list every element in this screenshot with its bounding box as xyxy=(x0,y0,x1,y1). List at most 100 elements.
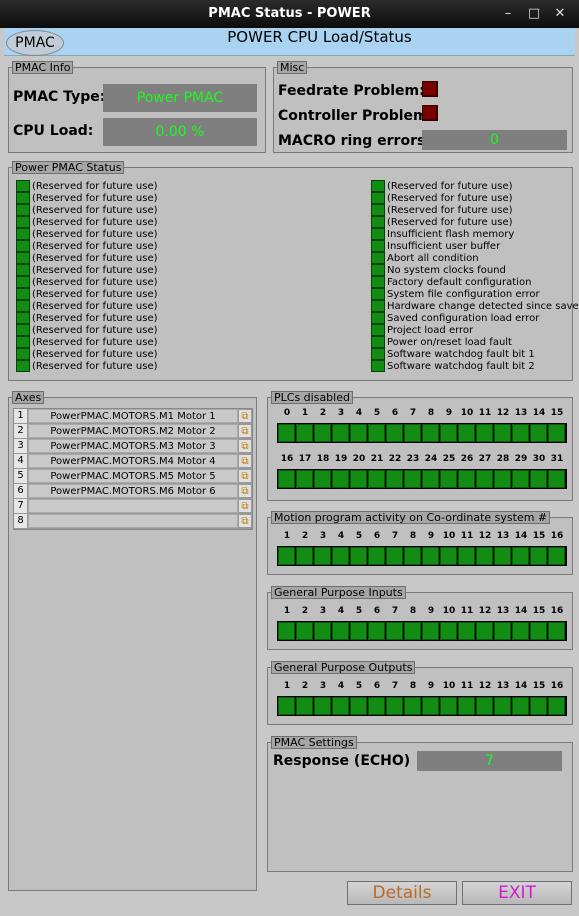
maximize-icon[interactable]: □ xyxy=(521,0,547,28)
status-label: Insufficient flash memory xyxy=(387,228,515,240)
open-axis-icon[interactable]: ⧉ xyxy=(238,454,252,468)
channel-number: 2 xyxy=(301,681,309,691)
channel-led xyxy=(530,470,547,488)
channel-number: 18 xyxy=(316,454,330,464)
channel-number: 28 xyxy=(496,454,510,464)
status-row: Saved configuration load error xyxy=(371,312,539,324)
channel-led xyxy=(332,697,349,715)
status-label: Software watchdog fault bit 1 xyxy=(387,348,535,360)
open-axis-icon[interactable]: ⧉ xyxy=(238,484,252,498)
open-axis-icon[interactable]: ⧉ xyxy=(238,499,252,513)
gp-inputs-group: General Purpose Inputs 1 2 3 4 5 6 7 8 9 10 11 12 13… xyxy=(267,586,573,650)
status-row: (Reserved for future use) xyxy=(16,300,158,312)
channel-led xyxy=(548,547,565,565)
power-pmac-status-title: Power PMAC Status xyxy=(12,161,125,174)
axis-row[interactable]: 1 PowerPMAC.MOTORS.M1 Motor 1 ⧉ xyxy=(14,409,252,424)
status-led xyxy=(16,336,30,348)
channel-number: 13 xyxy=(496,681,510,691)
controller-problem-label: Controller Problem: xyxy=(278,108,434,124)
channel-number: 9 xyxy=(445,408,453,418)
status-label: (Reserved for future use) xyxy=(387,216,513,228)
channel-number: 7 xyxy=(391,531,399,541)
minimize-icon[interactable]: – xyxy=(495,0,521,28)
axis-row[interactable]: 6 PowerPMAC.MOTORS.M6 Motor 6 ⧉ xyxy=(14,484,252,499)
channel-led xyxy=(368,697,385,715)
status-label: Power on/reset load fault xyxy=(387,336,512,348)
exit-button[interactable]: EXIT xyxy=(462,881,572,905)
status-row: (Reserved for future use) xyxy=(16,324,158,336)
status-label: (Reserved for future use) xyxy=(32,264,158,276)
channel-led xyxy=(440,424,457,442)
channel-led xyxy=(476,622,493,640)
axis-name[interactable]: PowerPMAC.MOTORS.M4 Motor 4 xyxy=(28,454,238,468)
open-axis-icon[interactable]: ⧉ xyxy=(238,439,252,453)
motion-activity-title: Motion program activity on Co-ordinate s… xyxy=(271,511,551,524)
channel-led xyxy=(422,622,439,640)
channel-number: 19 xyxy=(334,454,348,464)
axis-name[interactable]: PowerPMAC.MOTORS.M1 Motor 1 xyxy=(28,409,238,423)
cpu-load-label: CPU Load: xyxy=(13,123,94,139)
channel-led xyxy=(368,547,385,565)
axis-name[interactable]: PowerPMAC.MOTORS.M6 Motor 6 xyxy=(28,484,238,498)
channel-number: 24 xyxy=(424,454,438,464)
axis-name[interactable]: PowerPMAC.MOTORS.M5 Motor 5 xyxy=(28,469,238,483)
axis-row[interactable]: 5 PowerPMAC.MOTORS.M5 Motor 5 ⧉ xyxy=(14,469,252,484)
channel-led xyxy=(386,622,403,640)
open-axis-icon[interactable]: ⧉ xyxy=(238,469,252,483)
axis-row[interactable]: 4 PowerPMAC.MOTORS.M4 Motor 4 ⧉ xyxy=(14,454,252,469)
open-axis-icon[interactable]: ⧉ xyxy=(238,514,252,528)
axis-row[interactable]: 3 PowerPMAC.MOTORS.M3 Motor 3 ⧉ xyxy=(14,439,252,454)
channel-led xyxy=(296,470,313,488)
channel-led xyxy=(530,424,547,442)
axis-row[interactable]: 8 ⧉ xyxy=(14,514,252,529)
channel-number: 6 xyxy=(391,408,399,418)
channel-led xyxy=(350,697,367,715)
status-led xyxy=(16,216,30,228)
channel-led xyxy=(494,424,511,442)
status-led xyxy=(16,204,30,216)
channel-led xyxy=(512,547,529,565)
details-button[interactable]: Details xyxy=(347,881,457,905)
channel-number: 5 xyxy=(355,531,363,541)
channel-led xyxy=(512,424,529,442)
channel-led xyxy=(296,622,313,640)
channel-led xyxy=(296,697,313,715)
status-led xyxy=(16,360,30,372)
channel-led xyxy=(494,622,511,640)
channel-number: 3 xyxy=(319,606,327,616)
status-row: (Reserved for future use) xyxy=(16,216,158,228)
status-led xyxy=(371,336,385,348)
axis-name[interactable] xyxy=(28,514,238,528)
cpu-load-value: 0.00 % xyxy=(103,118,257,146)
channel-number: 8 xyxy=(409,531,417,541)
status-row: No system clocks found xyxy=(371,264,506,276)
axis-row[interactable]: 7 ⧉ xyxy=(14,499,252,514)
close-icon[interactable]: ✕ xyxy=(547,0,573,28)
misc-group: Misc Feedrate Problem: Controller Proble… xyxy=(273,61,573,153)
channel-number: 31 xyxy=(550,454,564,464)
channel-led xyxy=(422,424,439,442)
open-axis-icon[interactable]: ⧉ xyxy=(238,424,252,438)
axis-name[interactable]: PowerPMAC.MOTORS.M3 Motor 3 xyxy=(28,439,238,453)
channel-number: 12 xyxy=(496,408,510,418)
status-label: Insufficient user buffer xyxy=(387,240,501,252)
status-row: Factory default configuration xyxy=(371,276,531,288)
channel-led xyxy=(368,424,385,442)
channel-led xyxy=(422,547,439,565)
window-controls: – □ ✕ xyxy=(495,0,573,28)
channel-led xyxy=(404,622,421,640)
channel-led xyxy=(422,470,439,488)
channel-number: 4 xyxy=(337,606,345,616)
status-label: Software watchdog fault bit 2 xyxy=(387,360,535,372)
axis-row[interactable]: 2 PowerPMAC.MOTORS.M2 Motor 2 ⧉ xyxy=(14,424,252,439)
axis-name[interactable]: PowerPMAC.MOTORS.M2 Motor 2 xyxy=(28,424,238,438)
response-echo-value[interactable]: 7 xyxy=(417,751,562,771)
channel-number: 9 xyxy=(427,606,435,616)
status-label: Factory default configuration xyxy=(387,276,532,288)
open-axis-icon[interactable]: ⧉ xyxy=(238,409,252,423)
status-led xyxy=(16,264,30,276)
status-led xyxy=(16,288,30,300)
axis-name[interactable] xyxy=(28,499,238,513)
channel-number: 15 xyxy=(532,606,546,616)
channel-number: 9 xyxy=(427,531,435,541)
